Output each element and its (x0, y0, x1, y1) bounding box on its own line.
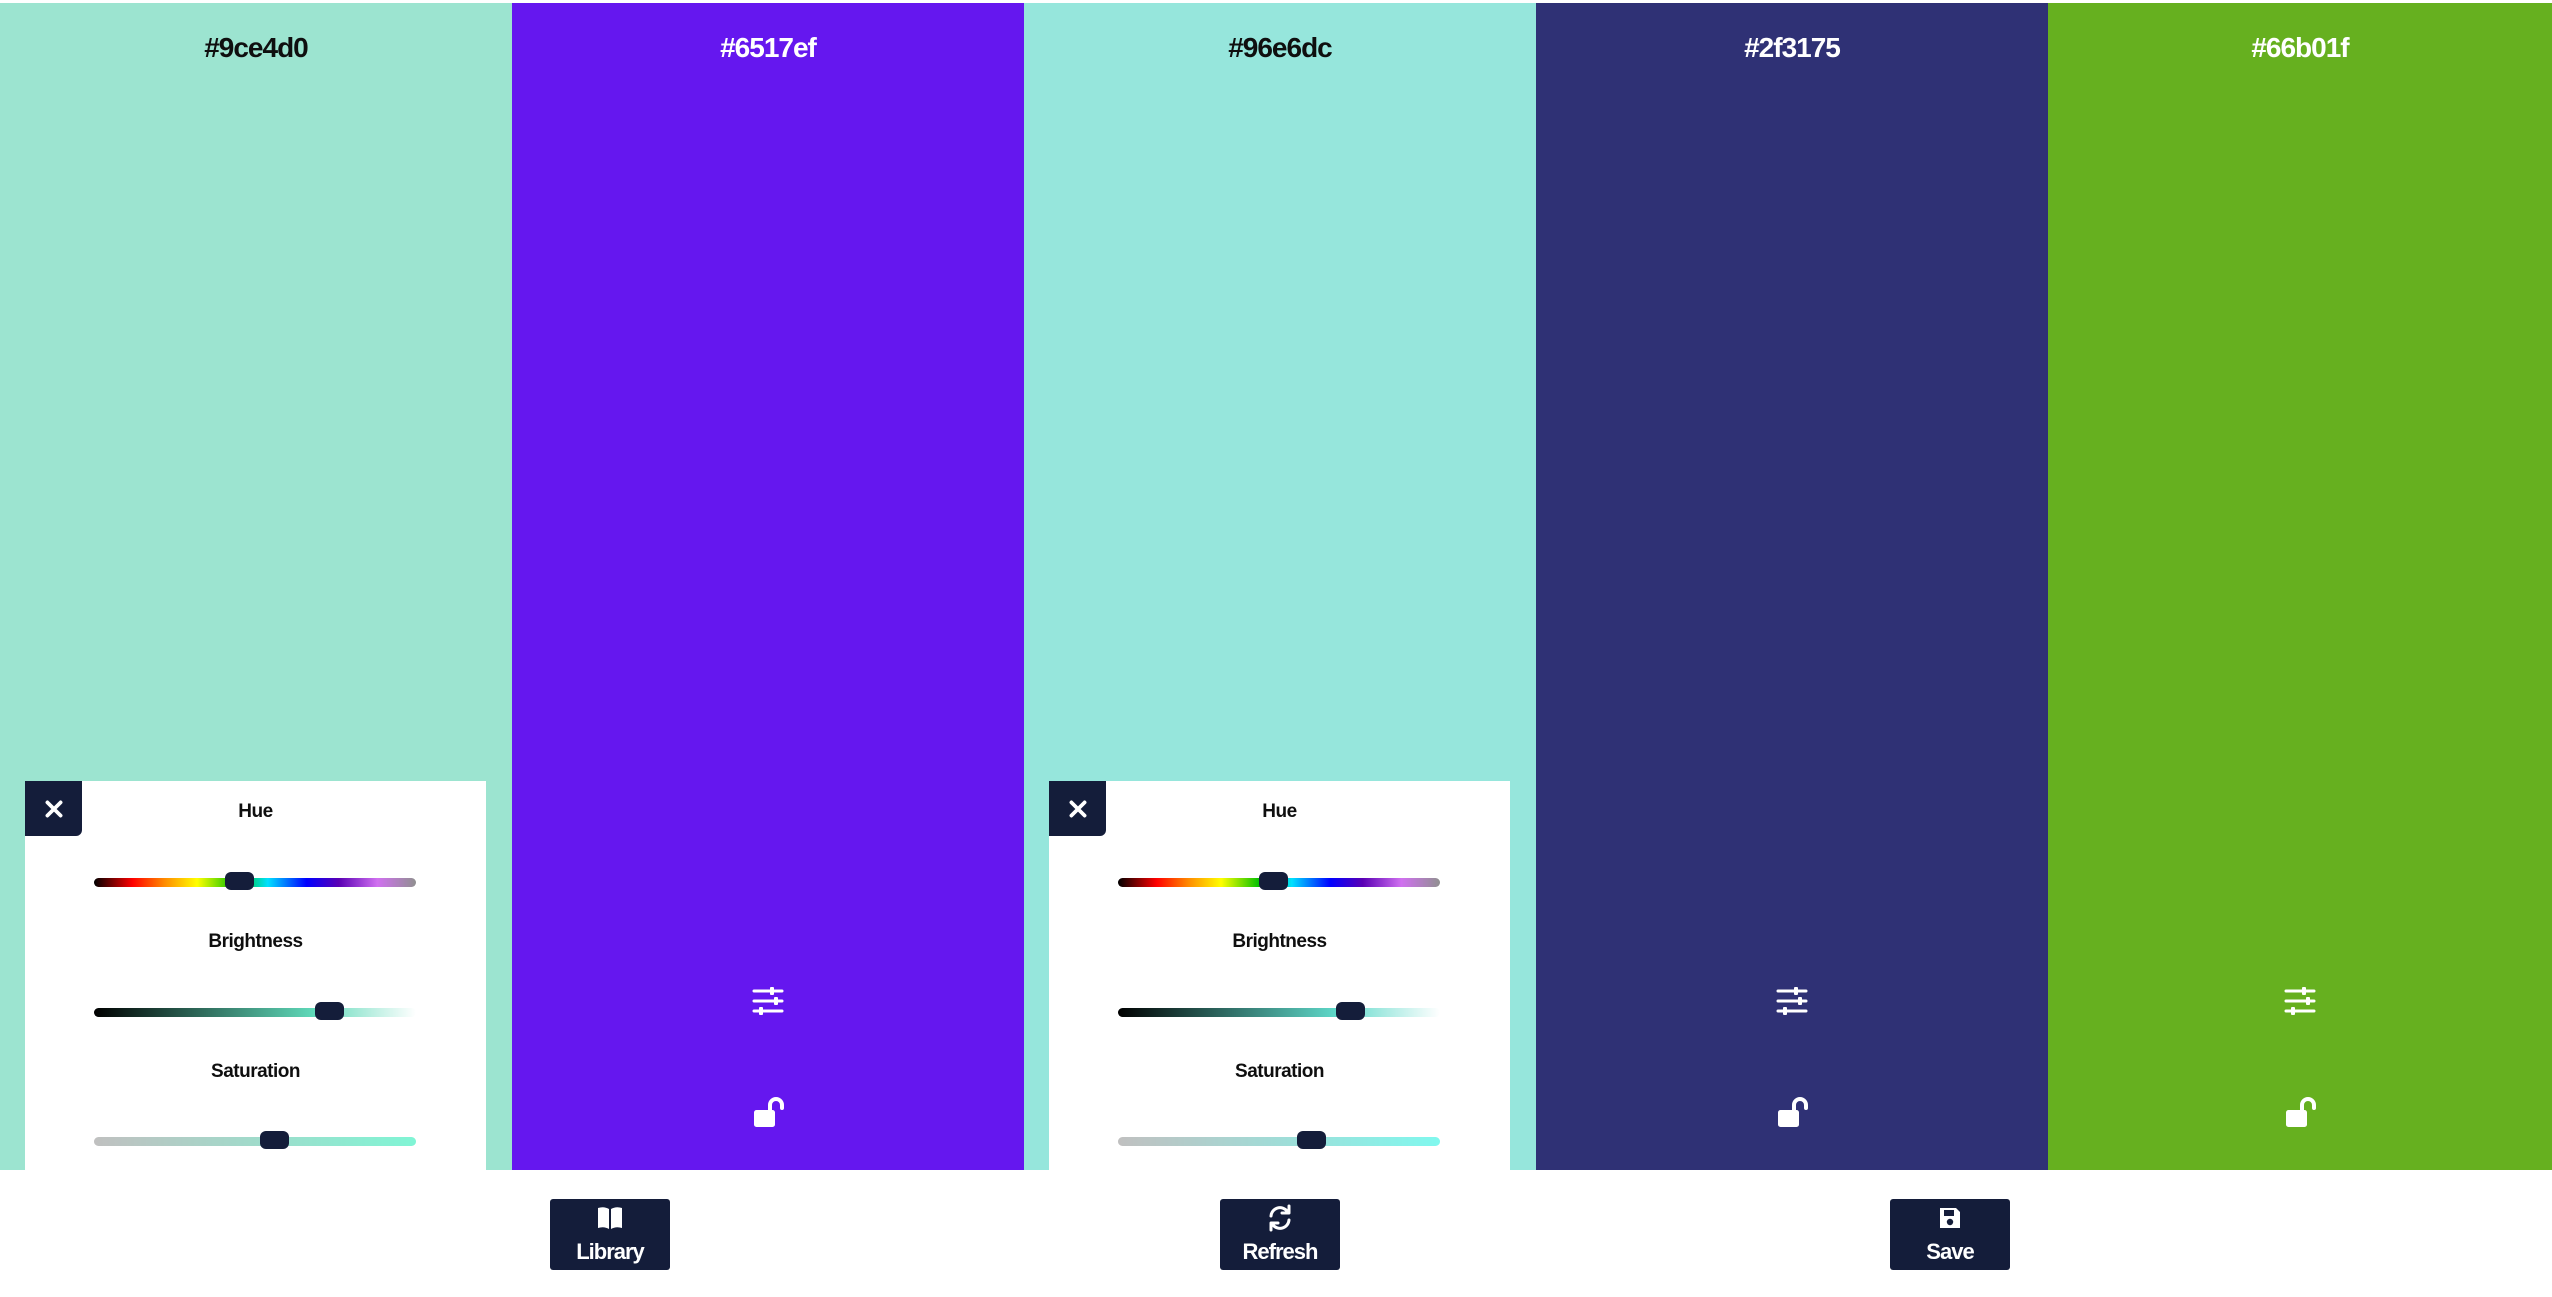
open-book-icon (598, 1207, 622, 1229)
saturation-slider[interactable] (94, 1131, 416, 1149)
color-swatch[interactable]: #9ce4d0 Hue Brightness Saturation (0, 3, 512, 1170)
refresh-arrows-icon (1269, 1204, 1291, 1232)
color-swatch[interactable]: #96e6dc Hue Brightness Saturation (1024, 3, 1536, 1170)
brightness-slider-thumb[interactable] (315, 1002, 345, 1020)
library-button[interactable]: Library (550, 1199, 670, 1270)
hue-label: Hue (238, 801, 273, 822)
color-hex-label[interactable]: #96e6dc (1024, 32, 1536, 64)
color-palette: #9ce4d0 Hue Brightness Saturation #6517e… (0, 3, 2552, 1170)
unlocked-padlock-icon (2286, 1097, 2316, 1127)
adjust-color-button[interactable] (2280, 981, 2320, 1021)
color-hex-label[interactable]: #66b01f (2048, 32, 2552, 64)
saturation-slider-thumb[interactable] (1297, 1131, 1327, 1149)
color-swatch[interactable]: #6517ef (512, 3, 1024, 1170)
color-hex-label[interactable]: #2f3175 (1536, 32, 2048, 64)
adjust-panel: Hue Brightness Saturation (25, 781, 486, 1170)
sliders-icon (752, 987, 784, 1015)
color-hex-label[interactable]: #9ce4d0 (0, 32, 512, 64)
color-swatch[interactable]: #66b01f (2048, 3, 2552, 1170)
bottom-toolbar: Library Refresh Save (0, 1170, 2552, 1297)
save-button-label: Save (1926, 1239, 1974, 1264)
floppy-disk-icon (1940, 1208, 1960, 1228)
sliders-icon (1776, 987, 1808, 1015)
adjust-color-button[interactable] (748, 981, 788, 1021)
brightness-label: Brightness (208, 931, 303, 952)
library-button-label: Library (576, 1239, 645, 1264)
refresh-button[interactable]: Refresh (1220, 1199, 1340, 1270)
lock-color-button[interactable] (2280, 1093, 2320, 1133)
color-hex-label[interactable]: #6517ef (512, 32, 1024, 64)
lock-color-button[interactable] (1772, 1093, 1812, 1133)
brightness-slider[interactable] (94, 1002, 416, 1020)
unlocked-padlock-icon (1778, 1097, 1808, 1127)
color-swatch[interactable]: #2f3175 (1536, 3, 2048, 1170)
save-button[interactable]: Save (1890, 1199, 2010, 1270)
hue-slider-thumb[interactable] (1258, 872, 1288, 890)
lock-color-button[interactable] (748, 1093, 788, 1133)
saturation-slider[interactable] (1118, 1131, 1440, 1149)
brightness-label: Brightness (1232, 931, 1327, 952)
saturation-slider-thumb[interactable] (260, 1131, 290, 1149)
brightness-slider-thumb[interactable] (1335, 1002, 1365, 1020)
hue-label: Hue (1262, 801, 1297, 822)
refresh-button-label: Refresh (1242, 1239, 1319, 1264)
saturation-label: Saturation (1235, 1061, 1324, 1082)
adjust-panel: Hue Brightness Saturation (1049, 781, 1510, 1170)
hue-slider[interactable] (1118, 872, 1440, 890)
unlocked-padlock-icon (754, 1097, 784, 1127)
hue-slider-thumb[interactable] (224, 872, 254, 890)
adjust-color-button[interactable] (1772, 981, 1812, 1021)
brightness-slider[interactable] (1118, 1002, 1440, 1020)
saturation-label: Saturation (211, 1061, 300, 1082)
hue-slider[interactable] (94, 872, 416, 890)
sliders-icon (2284, 987, 2316, 1015)
